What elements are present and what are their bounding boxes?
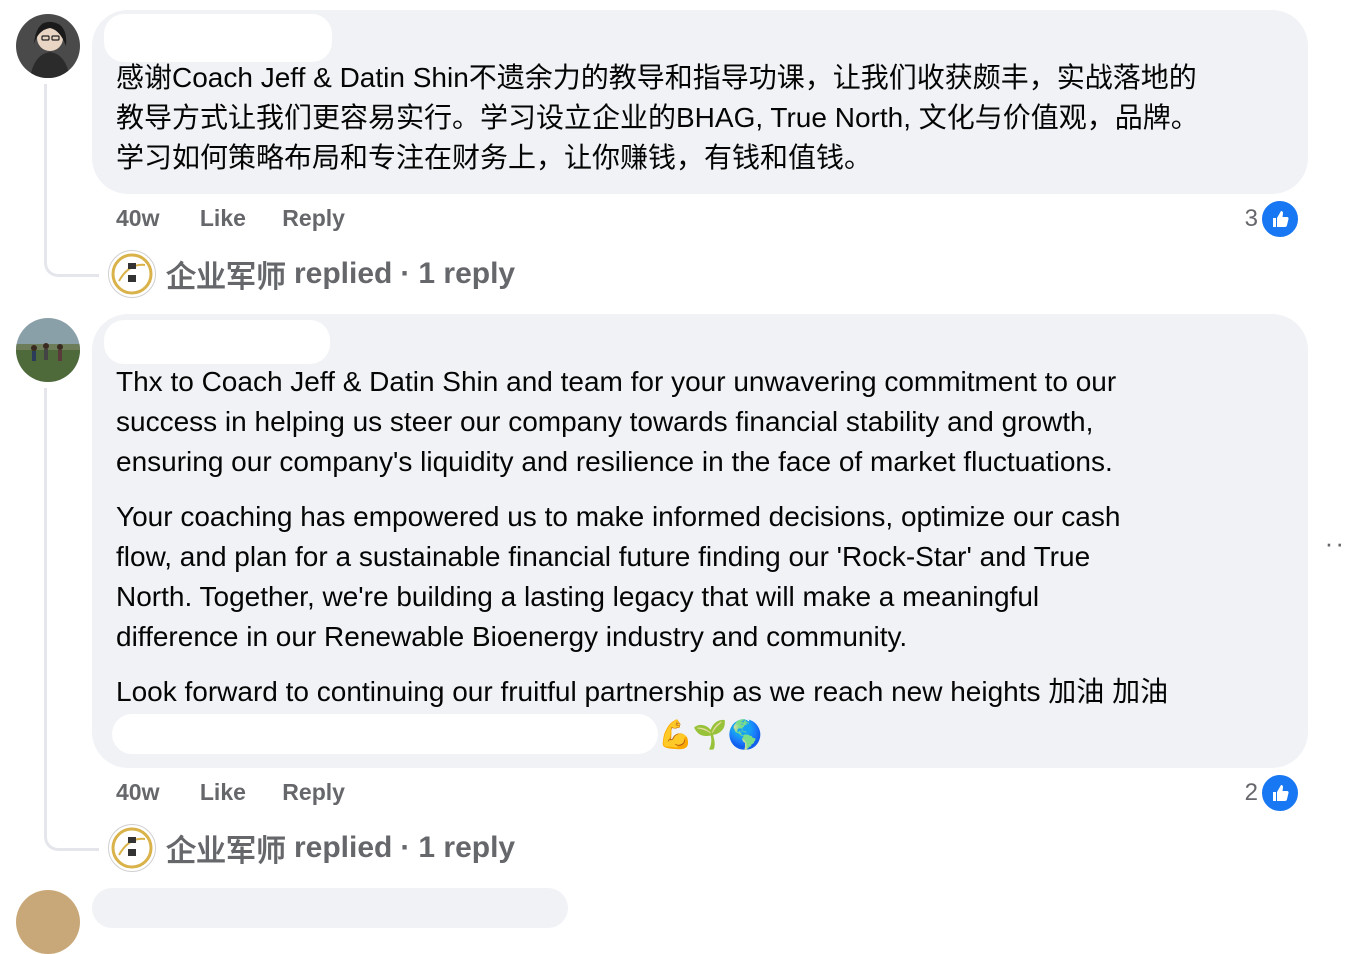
like-button[interactable]: Like: [200, 779, 246, 805]
replier-name: 企业军师: [166, 835, 286, 868]
reaction-count: 2: [1244, 779, 1258, 806]
redacted-author-name-1: [104, 14, 332, 62]
reaction-summary-2[interactable]: 2: [1245, 773, 1300, 813]
commenter-avatar-1[interactable]: [16, 14, 80, 78]
comment-text-1: 感谢Coach Jeff & Datin Shin不遗余力的教导和指导功课，让我…: [116, 58, 1296, 178]
thread-connector-1: [44, 84, 99, 277]
more-options-icon[interactable]: ··: [1325, 528, 1346, 559]
comment-line: ensuring our company's liquidity and res…: [116, 446, 1113, 477]
reply-count: 1 reply: [418, 831, 516, 864]
thread-connector-2: [44, 388, 99, 851]
reaction-summary-1[interactable]: 3: [1245, 199, 1300, 239]
separator-dot: ·: [400, 831, 411, 864]
comment-line: difference in our Renewable Bioenergy in…: [116, 621, 908, 652]
replier-name: 企业军师: [166, 261, 286, 294]
comment-line: 学习如何策略布局和专注在财务上，让你赚钱，有钱和值钱。: [116, 142, 873, 173]
timestamp[interactable]: 40w: [116, 205, 159, 231]
redacted-author-name-2: [104, 320, 330, 364]
comment-line: North. Together, we're building a lastin…: [116, 581, 1040, 612]
commenter-avatar-3[interactable]: [16, 890, 80, 954]
replied-label: replied: [294, 257, 393, 290]
replied-label: replied: [294, 831, 393, 864]
view-replies-link-1[interactable]: 企业军师 replied · 1 reply: [108, 250, 515, 298]
thumbs-up-icon: [1260, 199, 1300, 239]
separator-dot: ·: [400, 257, 411, 290]
like-button[interactable]: Like: [200, 205, 246, 231]
thumbs-up-icon: [1260, 773, 1300, 813]
comment-line: Your coaching has empowered us to make i…: [116, 501, 1121, 532]
comment-line: Thx to Coach Jeff & Datin Shin and team …: [116, 366, 1117, 397]
reaction-count: 3: [1244, 205, 1258, 232]
view-replies-link-2[interactable]: 企业军师 replied · 1 reply: [108, 824, 515, 872]
commenter-avatar-2[interactable]: [16, 318, 80, 382]
comment-text-2: Thx to Coach Jeff & Datin Shin and team …: [116, 362, 1296, 712]
comment-bubble-3: [92, 888, 568, 928]
army-advisor-logo-icon: [108, 824, 156, 872]
comment-actions-1: 40w Like Reply: [116, 205, 375, 232]
comment-line: flow, and plan for a sustainable financi…: [116, 541, 1091, 572]
comment-line: success in helping us steer our company …: [116, 406, 1094, 437]
reply-count: 1 reply: [418, 257, 516, 290]
comment-line: Look forward to continuing our fruitful …: [116, 676, 1169, 707]
army-advisor-logo-icon: [108, 250, 156, 298]
reply-button[interactable]: Reply: [282, 205, 345, 231]
emoji-strip: 💪🌱🌎: [658, 719, 763, 750]
timestamp[interactable]: 40w: [116, 779, 159, 805]
comment-line: 教导方式让我们更容易实行。学习设立企业的BHAG, True North, 文化…: [116, 102, 1199, 133]
comment-line: 感谢Coach Jeff & Datin Shin不遗余力的教导和指导功课，让我…: [116, 62, 1197, 93]
comment-actions-2: 40w Like Reply: [116, 779, 375, 806]
reply-button[interactable]: Reply: [282, 779, 345, 805]
redacted-text-strip: [112, 714, 658, 754]
